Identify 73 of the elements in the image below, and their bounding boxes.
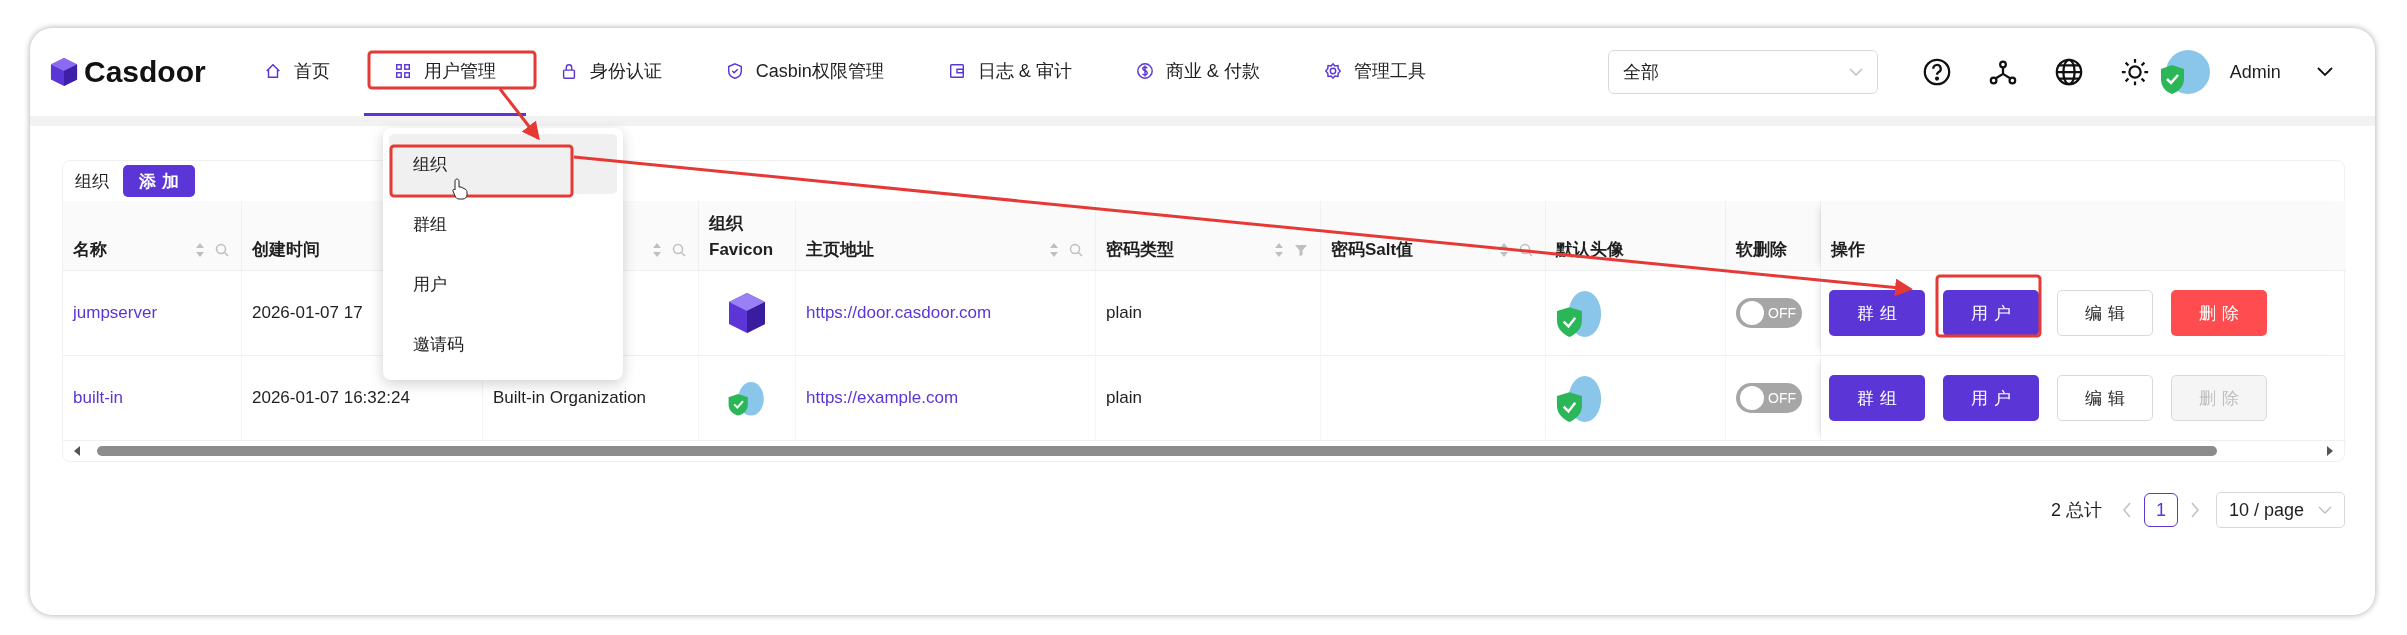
action-button[interactable]: 用户 bbox=[1943, 375, 2039, 421]
column-title: 名称 bbox=[73, 238, 107, 261]
cube-icon bbox=[727, 291, 767, 335]
sun-icon[interactable] bbox=[2119, 57, 2150, 87]
action-button[interactable]: 群组 bbox=[1829, 375, 1925, 421]
logo-icon bbox=[50, 56, 78, 88]
search-icon[interactable] bbox=[215, 243, 229, 257]
menu-item[interactable]: 群组 bbox=[389, 194, 617, 254]
action-button[interactable]: 用户 bbox=[1943, 290, 2039, 336]
nav-item[interactable]: 首页 bbox=[233, 28, 360, 116]
card-title: 组织 bbox=[75, 170, 109, 193]
nav-item[interactable]: 日志 & 审计 bbox=[917, 28, 1102, 116]
dollar-icon bbox=[1135, 61, 1154, 80]
scroll-right-icon[interactable] bbox=[2326, 446, 2334, 456]
organization-link[interactable]: built-in bbox=[73, 388, 124, 408]
page-number[interactable]: 1 bbox=[2143, 493, 2178, 527]
add-button[interactable]: 添加 bbox=[123, 165, 195, 197]
home-icon bbox=[263, 61, 282, 80]
search-icon[interactable] bbox=[1519, 243, 1533, 257]
table-cell: plain bbox=[1106, 388, 1142, 408]
globe-icon[interactable] bbox=[2053, 57, 2084, 87]
hand-cursor-icon bbox=[452, 178, 468, 200]
column-title: 组织 Favicon bbox=[709, 213, 775, 261]
table-cell: 2026-01-07 16:32:24 bbox=[252, 388, 410, 408]
scroll-left-icon[interactable] bbox=[73, 446, 81, 456]
edit-button[interactable]: 编辑 bbox=[2057, 375, 2153, 421]
gear-icon bbox=[1323, 61, 1342, 80]
wallet-icon bbox=[947, 61, 966, 80]
sort-icon[interactable] bbox=[652, 242, 662, 258]
avatar-icon[interactable] bbox=[2159, 47, 2210, 97]
column-title: 主页地址 bbox=[806, 238, 874, 261]
help-icon[interactable] bbox=[1921, 57, 1952, 87]
shield-icon bbox=[725, 61, 744, 80]
page-size-select[interactable]: 10 / page bbox=[2215, 492, 2345, 528]
column-title: 密码类型 bbox=[1106, 238, 1174, 261]
chevron-down-icon bbox=[1848, 68, 1863, 76]
search-icon[interactable] bbox=[1069, 243, 1083, 257]
sort-icon[interactable] bbox=[1049, 242, 1059, 258]
column-title: 密码Salt值 bbox=[1331, 238, 1414, 261]
sort-icon[interactable] bbox=[195, 242, 205, 258]
table-cell: 2026-01-07 17 bbox=[252, 303, 363, 323]
table-cell: plain bbox=[1106, 303, 1142, 323]
menu-item[interactable]: 邀请码 bbox=[389, 314, 617, 374]
nav-item[interactable]: Casbin权限管理 bbox=[695, 28, 914, 116]
total-count: 2 总计 bbox=[2050, 499, 2102, 522]
organization-select[interactable]: 全部 bbox=[1607, 50, 1878, 94]
nav-item[interactable]: 管理工具 bbox=[1293, 28, 1456, 116]
nav-item[interactable]: 用户管理 bbox=[363, 28, 526, 116]
nav-item[interactable]: 商业 & 付款 bbox=[1105, 28, 1290, 116]
user-name[interactable]: Admin bbox=[2229, 61, 2281, 83]
menu-item[interactable]: 组织 bbox=[389, 134, 617, 194]
action-button[interactable]: 群组 bbox=[1829, 290, 1925, 336]
edit-button[interactable]: 编辑 bbox=[2057, 290, 2153, 336]
column-title: 操作 bbox=[1831, 238, 1865, 261]
filter-icon[interactable] bbox=[1294, 243, 1308, 257]
search-icon[interactable] bbox=[672, 243, 686, 257]
homepage-link[interactable]: https://example.com bbox=[806, 388, 959, 408]
table-cell: Built-in Organization bbox=[493, 388, 647, 408]
column-title: 软删除 bbox=[1736, 238, 1787, 261]
sort-icon[interactable] bbox=[1274, 242, 1284, 258]
nav-item[interactable]: 身份认证 bbox=[529, 28, 692, 116]
chevron-down-icon bbox=[2318, 506, 2332, 514]
chevron-down-icon[interactable] bbox=[2316, 67, 2333, 77]
grid-icon bbox=[393, 61, 412, 80]
column-title: 创建时间 bbox=[252, 238, 320, 261]
logo-text: Casdoor bbox=[84, 55, 206, 89]
previous-page-icon[interactable] bbox=[2121, 502, 2132, 518]
organization-link[interactable]: jumpserver bbox=[73, 303, 158, 323]
menu-item[interactable]: 用户 bbox=[389, 254, 617, 314]
homepage-link[interactable]: https://door.casdoor.com bbox=[806, 303, 992, 323]
annotation-arrow bbox=[498, 88, 540, 141]
next-page-icon[interactable] bbox=[2189, 502, 2200, 518]
sort-icon[interactable] bbox=[1499, 242, 1509, 258]
